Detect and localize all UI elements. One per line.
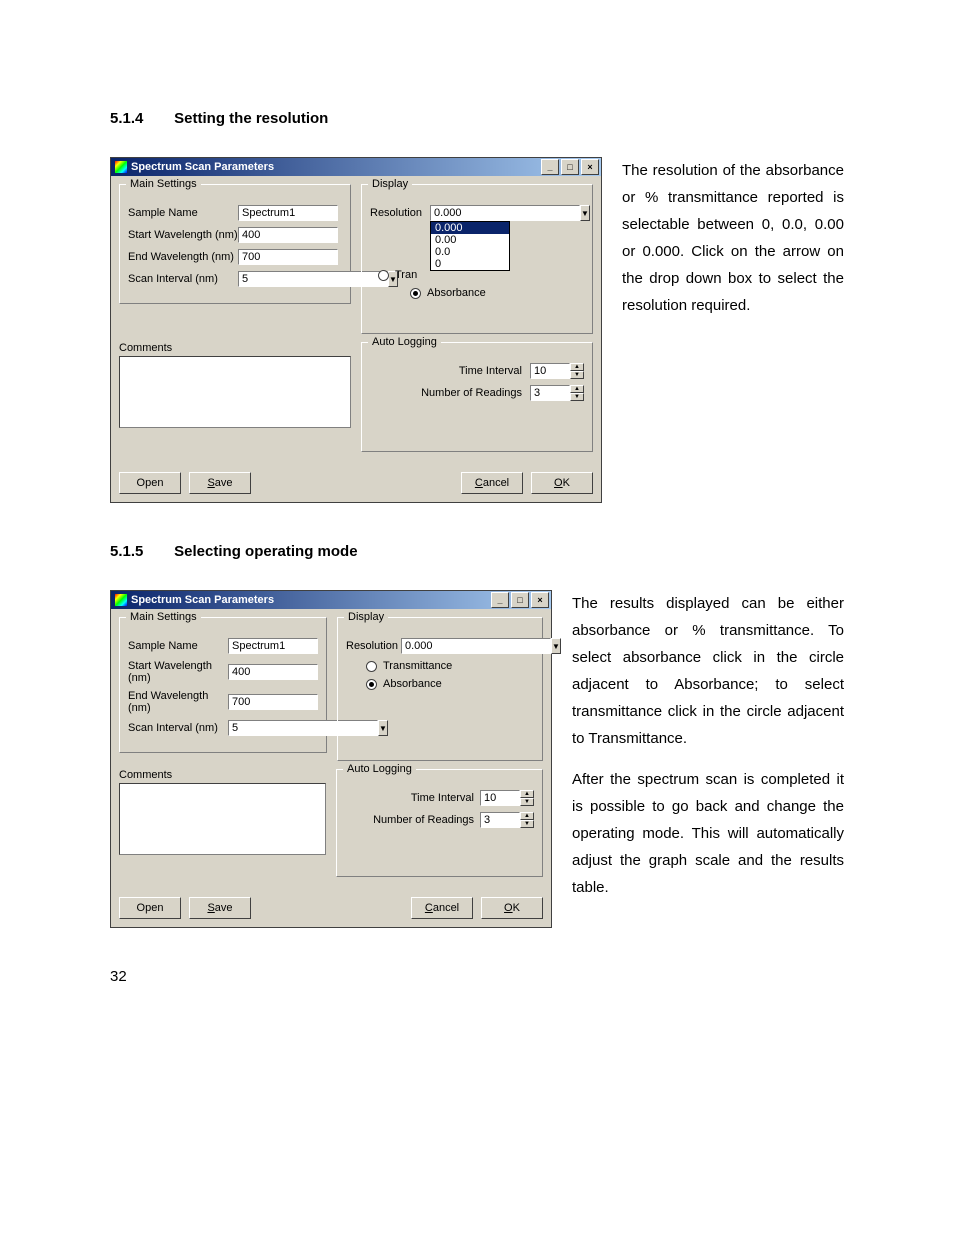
open-button[interactable]: Open <box>119 897 181 919</box>
ok-button[interactable]: OK <box>531 472 593 494</box>
start-wavelength-input[interactable] <box>238 227 338 243</box>
end-wavelength-input[interactable] <box>238 249 338 265</box>
titlebar[interactable]: Spectrum Scan Parameters _ □ × <box>111 158 601 176</box>
titlebar[interactable]: Spectrum Scan Parameters _ □ × <box>111 591 551 609</box>
scan-interval-label: Scan Interval (nm) <box>128 273 238 285</box>
radio-icon <box>410 288 421 299</box>
open-button[interactable]: Open <box>119 472 181 494</box>
chevron-down-icon[interactable]: ▼ <box>551 638 561 654</box>
transmittance-radio[interactable]: Transmittance <box>366 660 534 672</box>
spin-up-icon[interactable]: ▲ <box>570 385 584 393</box>
scan-interval-combo[interactable]: ▼ <box>228 720 318 736</box>
end-wavelength-label: End Wavelength (nm) <box>128 690 228 714</box>
sample-name-label: Sample Name <box>128 640 228 652</box>
group-main-settings: Sample Name Start Wavelength (nm) End Wa… <box>119 617 327 753</box>
resolution-option-0[interactable]: 0.000 <box>431 222 509 234</box>
save-button[interactable]: Save <box>189 897 251 919</box>
absorbance-radio[interactable]: Absorbance <box>410 287 584 299</box>
minimize-button[interactable]: _ <box>541 159 559 175</box>
chevron-down-icon[interactable]: ▼ <box>580 205 590 221</box>
time-interval-label: Time Interval <box>411 792 474 804</box>
resolution-option-3[interactable]: 0 <box>431 258 509 270</box>
radio-icon <box>366 679 377 690</box>
app-icon <box>115 161 127 173</box>
group-display: Resolution ▼ 0.000 0.00 0.0 0 <box>361 184 593 334</box>
save-button[interactable]: Save <box>189 472 251 494</box>
scan-interval-combo[interactable]: ▼ <box>238 271 338 287</box>
time-interval-spinner[interactable]: ▲▼ <box>480 790 534 806</box>
page-number: 32 <box>110 968 844 985</box>
body-text-2: The results displayed can be either abso… <box>572 590 844 915</box>
close-button[interactable]: × <box>581 159 599 175</box>
resolution-option-1[interactable]: 0.00 <box>431 234 509 246</box>
spin-down-icon[interactable]: ▼ <box>520 820 534 828</box>
cancel-button[interactable]: Cancel <box>411 897 473 919</box>
number-of-readings-label: Number of Readings <box>421 387 522 399</box>
start-wavelength-label: Start Wavelength (nm) <box>128 660 228 684</box>
sample-name-input[interactable] <box>228 638 318 654</box>
comments-label: Comments <box>119 342 351 354</box>
spin-down-icon[interactable]: ▼ <box>570 371 584 379</box>
spin-down-icon[interactable]: ▼ <box>570 393 584 401</box>
time-interval-spinner[interactable]: ▲▼ <box>530 363 584 379</box>
scan-interval-label: Scan Interval (nm) <box>128 722 228 734</box>
maximize-button[interactable]: □ <box>561 159 579 175</box>
sample-name-label: Sample Name <box>128 207 238 219</box>
radio-icon <box>378 270 389 281</box>
number-of-readings-spinner[interactable]: ▲▼ <box>530 385 584 401</box>
spin-up-icon[interactable]: ▲ <box>520 790 534 798</box>
group-auto-logging: Time Interval ▲▼ Number of Readings <box>336 769 543 877</box>
spin-down-icon[interactable]: ▼ <box>520 798 534 806</box>
end-wavelength-label: End Wavelength (nm) <box>128 251 238 263</box>
radio-icon <box>366 661 377 672</box>
spin-up-icon[interactable]: ▲ <box>570 363 584 371</box>
resolution-label: Resolution <box>370 207 430 219</box>
group-display: Resolution ▼ Transmittance <box>337 617 543 761</box>
absorbance-radio[interactable]: Absorbance <box>366 678 534 690</box>
maximize-button[interactable]: □ <box>511 592 529 608</box>
resolution-dropdown-list[interactable]: 0.000 0.00 0.0 0 <box>430 221 510 271</box>
resolution-combo[interactable]: ▼ 0.000 0.00 0.0 0 <box>430 205 525 221</box>
close-button[interactable]: × <box>531 592 549 608</box>
comments-label: Comments <box>119 769 326 781</box>
comments-textarea[interactable] <box>119 783 326 855</box>
minimize-button[interactable]: _ <box>491 592 509 608</box>
ok-button[interactable]: OK <box>481 897 543 919</box>
dialog-spectrum-scan-parameters-2: Spectrum Scan Parameters _ □ × Sample Na… <box>110 590 552 928</box>
cancel-button[interactable]: Cancel <box>461 472 523 494</box>
start-wavelength-label: Start Wavelength (nm) <box>128 229 238 241</box>
app-icon <box>115 594 127 606</box>
group-main-settings: Sample Name Start Wavelength (nm) End Wa… <box>119 184 351 304</box>
body-text-1: The resolution of the absorbance or % tr… <box>622 157 844 333</box>
dialog-spectrum-scan-parameters-1: Spectrum Scan Parameters _ □ × Sample Na… <box>110 157 602 503</box>
section-heading-1: 5.1.4 Setting the resolution <box>110 110 844 127</box>
number-of-readings-spinner[interactable]: ▲▼ <box>480 812 534 828</box>
group-auto-logging: Time Interval ▲▼ Number of Readings <box>361 342 593 452</box>
section-heading-2: 5.1.5 Selecting operating mode <box>110 543 844 560</box>
comments-textarea[interactable] <box>119 356 351 428</box>
end-wavelength-input[interactable] <box>228 694 318 710</box>
resolution-option-2[interactable]: 0.0 <box>431 246 509 258</box>
spin-up-icon[interactable]: ▲ <box>520 812 534 820</box>
number-of-readings-label: Number of Readings <box>373 814 474 826</box>
start-wavelength-input[interactable] <box>228 664 318 680</box>
sample-name-input[interactable] <box>238 205 338 221</box>
resolution-label: Resolution <box>346 640 401 652</box>
time-interval-label: Time Interval <box>459 365 522 377</box>
resolution-combo[interactable]: ▼ <box>401 638 486 654</box>
